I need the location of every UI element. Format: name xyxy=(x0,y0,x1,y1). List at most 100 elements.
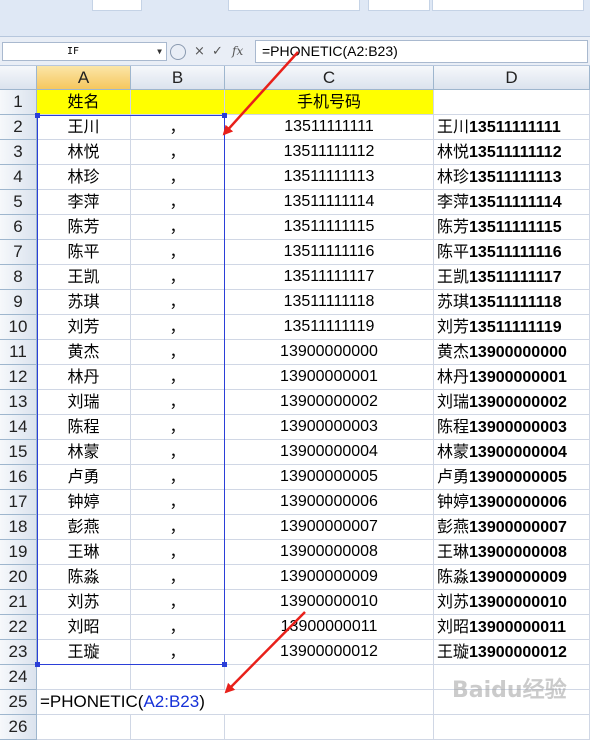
cell-separator[interactable]: ， xyxy=(131,165,225,190)
cell-name[interactable]: 彭燕 xyxy=(37,515,131,540)
row-header[interactable]: 24 xyxy=(0,665,37,690)
empty-cell[interactable] xyxy=(434,715,590,740)
cell-separator[interactable]: ， xyxy=(131,315,225,340)
cell-combined[interactable]: 刘瑞13900000002 xyxy=(434,390,590,415)
select-all-corner[interactable] xyxy=(0,66,37,90)
column-header-d[interactable]: D xyxy=(434,66,590,90)
cell-name[interactable]: 陈淼 xyxy=(37,565,131,590)
cell-phone[interactable]: 13900000010 xyxy=(225,590,434,615)
ribbon-button[interactable] xyxy=(368,0,430,11)
cell-phone[interactable]: 13511111114 xyxy=(225,190,434,215)
cell-separator[interactable]: ， xyxy=(131,465,225,490)
cell-separator[interactable]: ， xyxy=(131,190,225,215)
range-handle[interactable] xyxy=(35,662,40,667)
chevron-down-icon[interactable]: ▼ xyxy=(157,43,162,60)
row-header[interactable]: 20 xyxy=(0,565,37,590)
cell-phone[interactable]: 13900000008 xyxy=(225,540,434,565)
cell-phone[interactable]: 13511111116 xyxy=(225,240,434,265)
cell-phone[interactable]: 13511111113 xyxy=(225,165,434,190)
cell-d1[interactable] xyxy=(434,90,590,115)
cell-name[interactable]: 林悦 xyxy=(37,140,131,165)
row-header[interactable]: 7 xyxy=(0,240,37,265)
cell-phone[interactable]: 13900000004 xyxy=(225,440,434,465)
cell-combined[interactable]: 陈平13511111116 xyxy=(434,240,590,265)
enter-icon[interactable]: ✓ xyxy=(212,42,223,61)
cell-separator[interactable]: ， xyxy=(131,590,225,615)
cell-combined[interactable]: 陈淼13900000009 xyxy=(434,565,590,590)
cell-name[interactable]: 李萍 xyxy=(37,190,131,215)
cell-separator[interactable]: ， xyxy=(131,640,225,665)
cell-combined[interactable]: 陈芳13511111115 xyxy=(434,215,590,240)
cell-phone[interactable]: 13511111115 xyxy=(225,215,434,240)
cell-name[interactable]: 王川 xyxy=(37,115,131,140)
cell-separator[interactable]: ， xyxy=(131,540,225,565)
cell-separator[interactable]: ， xyxy=(131,290,225,315)
column-header-c[interactable]: C xyxy=(225,66,434,90)
active-edit-cell[interactable]: =PHONETIC(A2:B23) xyxy=(37,690,227,715)
cell-separator[interactable]: ， xyxy=(131,115,225,140)
row-header[interactable]: 18 xyxy=(0,515,37,540)
cell-separator[interactable]: ， xyxy=(131,240,225,265)
ribbon-button[interactable] xyxy=(432,0,584,11)
ribbon-button[interactable] xyxy=(228,0,360,11)
cell-name[interactable]: 陈平 xyxy=(37,240,131,265)
row-header[interactable]: 10 xyxy=(0,315,37,340)
row-header[interactable]: 26 xyxy=(0,715,37,740)
cell-separator[interactable]: ， xyxy=(131,215,225,240)
cell-combined[interactable]: 卢勇13900000005 xyxy=(434,465,590,490)
cell-name[interactable]: 陈芳 xyxy=(37,215,131,240)
cell-separator[interactable]: ， xyxy=(131,140,225,165)
cell-separator[interactable]: ， xyxy=(131,340,225,365)
cell-phone[interactable]: 13900000011 xyxy=(225,615,434,640)
empty-cell[interactable] xyxy=(225,665,434,690)
cell-combined[interactable]: 王川13511111111 xyxy=(434,115,590,140)
name-box[interactable]: IF ▼ xyxy=(2,42,167,61)
cell-combined[interactable]: 钟婷13900000006 xyxy=(434,490,590,515)
empty-cell[interactable] xyxy=(37,715,131,740)
cell-name[interactable]: 黄杰 xyxy=(37,340,131,365)
cell-name[interactable]: 刘昭 xyxy=(37,615,131,640)
cell-separator[interactable]: ， xyxy=(131,615,225,640)
cell-name[interactable]: 林丹 xyxy=(37,365,131,390)
insert-function-icon[interactable]: fx xyxy=(232,42,243,61)
cell-name[interactable]: 王璇 xyxy=(37,640,131,665)
cell-phone[interactable]: 13511111117 xyxy=(225,265,434,290)
cell-name[interactable]: 卢勇 xyxy=(37,465,131,490)
empty-cell[interactable] xyxy=(227,690,434,715)
cell-phone[interactable]: 13900000002 xyxy=(225,390,434,415)
cell-name[interactable]: 苏琪 xyxy=(37,290,131,315)
cell-combined[interactable]: 林丹13900000001 xyxy=(434,365,590,390)
cell-combined[interactable]: 黄杰13900000000 xyxy=(434,340,590,365)
cell-c1[interactable]: 手机号码 xyxy=(225,90,434,115)
row-header[interactable]: 25 xyxy=(0,690,37,715)
row-header[interactable]: 1 xyxy=(0,90,37,115)
row-header[interactable]: 8 xyxy=(0,265,37,290)
cell-combined[interactable]: 刘苏13900000010 xyxy=(434,590,590,615)
cell-combined[interactable]: 林珍13511111113 xyxy=(434,165,590,190)
cell-combined[interactable]: 陈程13900000003 xyxy=(434,415,590,440)
cell-phone[interactable]: 13900000005 xyxy=(225,465,434,490)
cell-separator[interactable]: ， xyxy=(131,265,225,290)
cell-phone[interactable]: 13900000009 xyxy=(225,565,434,590)
cell-separator[interactable]: ， xyxy=(131,565,225,590)
row-header[interactable]: 22 xyxy=(0,615,37,640)
cell-combined[interactable]: 林蒙13900000004 xyxy=(434,440,590,465)
cell-combined[interactable]: 王璇13900000012 xyxy=(434,640,590,665)
cell-combined[interactable]: 刘昭13900000011 xyxy=(434,615,590,640)
ribbon-button[interactable] xyxy=(92,0,142,11)
cancel-icon[interactable]: × xyxy=(194,42,205,61)
formula-input[interactable]: =PHONETIC(A2:B23) xyxy=(255,40,588,63)
column-header-a[interactable]: A xyxy=(37,66,131,90)
empty-cell[interactable] xyxy=(37,665,131,690)
row-header[interactable]: 4 xyxy=(0,165,37,190)
range-handle[interactable] xyxy=(222,662,227,667)
cell-combined[interactable]: 刘芳13511111119 xyxy=(434,315,590,340)
expand-handle-icon[interactable] xyxy=(170,44,186,60)
row-header[interactable]: 21 xyxy=(0,590,37,615)
cell-phone[interactable]: 13511111119 xyxy=(225,315,434,340)
cell-separator[interactable]: ， xyxy=(131,490,225,515)
cell-phone[interactable]: 13511111112 xyxy=(225,140,434,165)
cell-name[interactable]: 陈程 xyxy=(37,415,131,440)
row-header[interactable]: 9 xyxy=(0,290,37,315)
cell-combined[interactable]: 苏琪13511111118 xyxy=(434,290,590,315)
